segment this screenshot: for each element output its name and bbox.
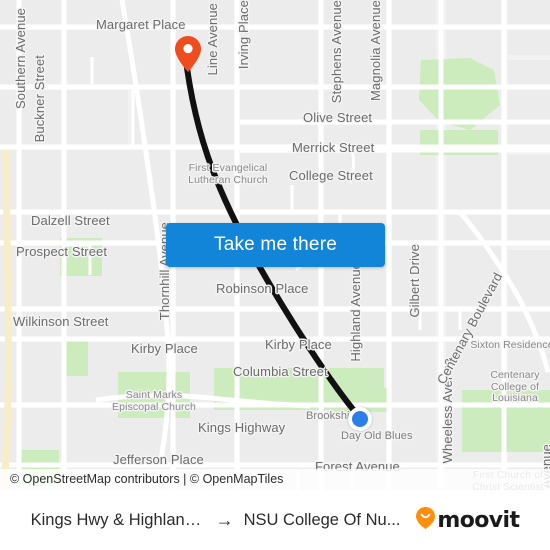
origin-location-dot[interactable] bbox=[348, 407, 372, 431]
moovit-trip-map-widget: Southern Avenue Buckner Street Margaret Pl… bbox=[0, 0, 550, 550]
map-attribution: © OpenStreetMap contributors | © OpenMap… bbox=[0, 469, 550, 490]
trip-summary-footer: Kings Hwy & Highland Ave (In... → NSU Co… bbox=[0, 490, 550, 550]
moovit-wordmark: moovit bbox=[437, 507, 520, 533]
arrow-right-icon: → bbox=[215, 510, 234, 530]
origin-stop-label: Kings Hwy & Highland Ave (In... bbox=[30, 510, 206, 529]
moovit-logo[interactable]: moovit bbox=[416, 506, 520, 534]
take-me-there-button[interactable]: Take me there bbox=[166, 223, 385, 267]
destination-pin-icon[interactable] bbox=[175, 36, 201, 72]
moovit-pin-icon bbox=[416, 506, 436, 534]
destination-stop-label: NSU College Of Nu... bbox=[243, 510, 401, 529]
